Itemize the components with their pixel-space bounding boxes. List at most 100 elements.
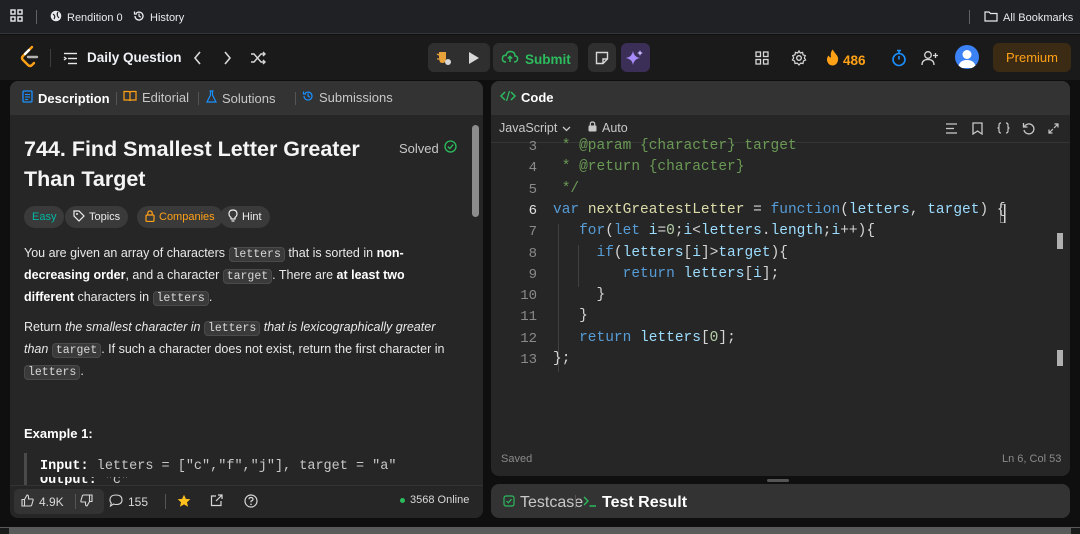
example-output: Output: "c" xyxy=(40,477,129,485)
code-brackets-icon xyxy=(499,90,517,105)
line-number: 6 xyxy=(528,203,537,219)
companies-tag[interactable]: Companies xyxy=(137,206,223,228)
cursor-position: Ln 6, Col 53 xyxy=(1002,453,1062,465)
question-circle-icon xyxy=(244,494,258,511)
code-line[interactable]: } xyxy=(553,287,606,303)
tab-testcase[interactable]: Testcase xyxy=(503,494,583,512)
description-scrollbar[interactable] xyxy=(472,125,479,217)
code-line[interactable]: for(let i=0;i<letters.length;i++){ xyxy=(553,223,875,239)
document-icon xyxy=(22,90,33,106)
all-bookmarks-button[interactable]: All Bookmarks xyxy=(984,10,1073,25)
text: You are given an array of characters xyxy=(24,246,229,260)
tab-editorial[interactable]: Editorial xyxy=(123,90,189,105)
difficulty-badge[interactable]: Easy xyxy=(24,206,65,228)
tab-code[interactable]: Code xyxy=(499,90,554,105)
tab-solutions[interactable]: Solutions xyxy=(206,90,275,106)
premium-button[interactable]: Premium xyxy=(993,43,1071,72)
add-friend-icon[interactable] xyxy=(919,48,941,68)
code-line[interactable]: */ xyxy=(553,181,579,197)
submit-button-content[interactable]: Submit xyxy=(501,49,571,69)
code-line[interactable]: * @return {character} xyxy=(553,159,745,175)
inline-code: letters xyxy=(228,247,285,262)
layout-grid-icon[interactable] xyxy=(752,48,772,68)
tab-description[interactable]: Description xyxy=(22,90,110,106)
nav-divider xyxy=(50,49,51,67)
code-line[interactable]: return letters[0]; xyxy=(553,330,736,346)
apps-grid-icon[interactable] xyxy=(10,9,23,22)
reset-icon[interactable] xyxy=(1020,120,1036,136)
bookmark-history-label: History xyxy=(150,11,185,24)
streak-counter[interactable]: 486 xyxy=(826,49,866,71)
help-button[interactable] xyxy=(244,494,258,511)
online-dot-icon xyxy=(400,497,405,503)
fire-icon xyxy=(826,49,839,71)
expand-icon[interactable] xyxy=(1045,120,1061,136)
minimap-marker-2 xyxy=(1057,350,1063,366)
lock-icon xyxy=(145,209,155,225)
example-output-label: Output: xyxy=(40,477,97,485)
shuffle-icon[interactable] xyxy=(248,48,268,68)
topics-tag[interactable]: Topics xyxy=(65,206,129,228)
curly-braces-icon[interactable] xyxy=(994,120,1012,136)
sparkle-icon[interactable] xyxy=(625,48,645,68)
line-number: 9 xyxy=(528,267,537,283)
settings-gear-icon[interactable] xyxy=(789,48,809,68)
note-icon[interactable] xyxy=(592,49,612,67)
share-button[interactable] xyxy=(210,494,223,510)
globe-icon xyxy=(50,10,62,25)
favorite-button[interactable] xyxy=(177,494,191,511)
language-selector[interactable]: JavaScript xyxy=(499,121,571,135)
debug-icon[interactable] xyxy=(432,48,454,68)
text: . If such a character does not exist, re… xyxy=(101,342,445,356)
code-line[interactable]: }; xyxy=(553,351,570,367)
code-line[interactable]: return letters[i]; xyxy=(553,266,780,282)
code-line[interactable]: * @param {character} target xyxy=(553,138,797,154)
user-avatar[interactable] xyxy=(955,45,979,69)
prev-problem-icon[interactable] xyxy=(188,48,206,68)
run-play-icon[interactable] xyxy=(463,48,485,68)
daily-question-title[interactable]: Daily Question xyxy=(87,50,182,65)
scroll-right-arrow-icon[interactable] xyxy=(1071,528,1080,534)
next-problem-icon[interactable] xyxy=(218,48,236,68)
all-bookmarks-label: All Bookmarks xyxy=(1003,11,1074,24)
horizontal-scrollbar[interactable] xyxy=(0,527,1080,534)
dislike-button[interactable] xyxy=(80,494,93,510)
top-navigation: Daily Question Submit 486 Premium xyxy=(0,35,1080,80)
comment-icon xyxy=(109,494,123,510)
chevron-down-icon xyxy=(562,121,571,135)
lock-icon xyxy=(588,121,597,135)
bookmark-history[interactable]: History xyxy=(133,10,184,25)
code-line[interactable]: } xyxy=(553,308,588,324)
book-icon xyxy=(123,90,137,105)
history-icon xyxy=(133,10,145,25)
tag-icon xyxy=(73,209,85,225)
like-button[interactable]: 4.9K xyxy=(21,494,64,510)
comments-button[interactable]: 155 xyxy=(109,494,148,510)
format-icon[interactable] xyxy=(943,120,959,136)
code-line[interactable]: if(letters[i]>target){ xyxy=(553,245,788,261)
timer-icon[interactable] xyxy=(889,47,909,69)
bookmark-rendition[interactable]: Rendition 0 xyxy=(50,10,123,25)
code-line[interactable]: var nextGreatestLetter = function(letter… xyxy=(553,202,1006,218)
history-icon xyxy=(302,90,314,105)
language-label: JavaScript xyxy=(499,121,558,135)
tab-testcase-label: Testcase xyxy=(520,494,584,511)
tab-test-result-label: Test Result xyxy=(602,494,688,511)
text: . xyxy=(80,364,84,378)
auto-mode[interactable]: Auto xyxy=(588,121,628,135)
companies-label: Companies xyxy=(159,211,215,223)
bookmark-icon[interactable] xyxy=(969,120,985,136)
hint-tag[interactable]: Hint xyxy=(220,206,270,228)
tab-divider xyxy=(295,92,296,105)
leetcode-logo-icon[interactable] xyxy=(18,45,42,69)
tab-test-result[interactable]: Test Result xyxy=(583,494,687,512)
scroll-left-arrow-icon[interactable] xyxy=(0,528,9,534)
thumbs-up-icon xyxy=(21,494,34,510)
problem-list-icon[interactable] xyxy=(62,50,78,66)
tab-submissions[interactable]: Submissions xyxy=(302,90,393,105)
problem-paragraph-2: Return the smallest character in letters… xyxy=(24,317,458,383)
panel-resize-handle[interactable] xyxy=(767,479,789,482)
text: Return xyxy=(24,320,65,334)
hint-label: Hint xyxy=(242,211,262,223)
problem-title[interactable]: 744. Find Smallest Letter Greater Than T… xyxy=(24,134,374,194)
